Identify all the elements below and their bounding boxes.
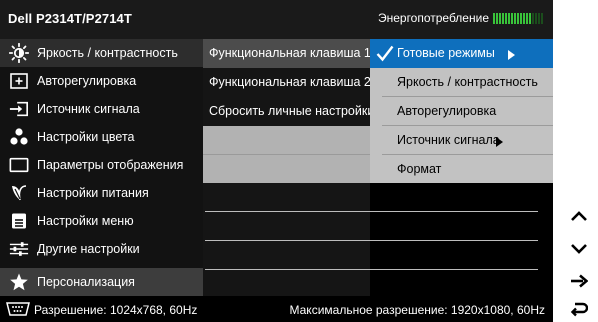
- divider: [203, 154, 370, 155]
- menu-settings-icon: [9, 211, 29, 231]
- menu-item-label: Параметры отображения: [37, 158, 184, 172]
- osd-menu: Dell P2314T/P2714T Энергопотребление Ярк…: [0, 0, 553, 322]
- option-label: Формат: [397, 162, 442, 176]
- divider: [205, 269, 538, 270]
- divider: [205, 240, 538, 241]
- menu-item-label: Источник сигнала: [37, 102, 140, 116]
- right-arrow-icon[interactable]: [566, 270, 592, 292]
- energy-label: Энергопотребление: [377, 11, 489, 25]
- energy-consumption: Энергопотребление: [378, 11, 543, 25]
- up-arrow-icon[interactable]: [566, 205, 592, 227]
- menu-item-brightness-contrast[interactable]: Яркость / контрастность: [0, 39, 203, 67]
- divider: [205, 211, 538, 212]
- menu-item-input-source[interactable]: Источник сигнала: [0, 95, 203, 123]
- submenu-item-shortcut-key-2[interactable]: Функциональная клавиша 2: [203, 68, 371, 97]
- menu-item-other-settings[interactable]: Другие настройки: [0, 235, 203, 263]
- energy-segment: [505, 12, 507, 24]
- chevron-right-icon: [496, 136, 503, 150]
- brightness-icon: [9, 43, 29, 63]
- menu-item-menu-settings[interactable]: Настройки меню: [0, 207, 203, 235]
- energy-segment: [517, 12, 519, 24]
- input-source-icon: [9, 99, 29, 119]
- energy-segment: [526, 12, 528, 24]
- chevron-right-icon: [508, 49, 515, 63]
- down-arrow-icon[interactable]: [566, 238, 592, 260]
- menu-item-label: Другие настройки: [37, 242, 140, 256]
- energy-segment: [499, 12, 501, 24]
- title-bar: Dell P2314T/P2714T Энергопотребление: [0, 0, 553, 39]
- energy-segment: [532, 12, 534, 24]
- menu-item-display-settings[interactable]: Параметры отображения: [0, 151, 203, 179]
- power-settings-icon: [9, 183, 29, 203]
- menu-item-label: Настройки цвета: [37, 130, 135, 144]
- submenu-item-label: Сбросить личные настройки: [209, 104, 375, 118]
- energy-segment: [511, 12, 513, 24]
- menu-item-personalize[interactable]: Персонализация: [0, 268, 203, 296]
- star-icon: [9, 272, 29, 292]
- check-icon: [376, 45, 394, 65]
- option-preset-modes[interactable]: Готовые режимы: [370, 39, 553, 68]
- menu-item-label: Персонализация: [37, 275, 135, 289]
- menu-item-auto-adjust[interactable]: Авторегулировка: [0, 67, 203, 95]
- energy-segment: [514, 12, 516, 24]
- submenu-item-reset-personalization[interactable]: Сбросить личные настройки: [203, 97, 374, 126]
- menu-item-color-settings[interactable]: Настройки цвета: [0, 123, 203, 151]
- vga-connector-icon: [6, 302, 30, 319]
- energy-segment: [502, 12, 504, 24]
- monitor-model-title: Dell P2314T/P2714T: [8, 11, 132, 26]
- option-brightness-contrast[interactable]: Яркость / контрастность: [370, 68, 553, 97]
- energy-segment: [520, 12, 522, 24]
- current-resolution: Разрешение: 1024x768, 60Hz: [34, 303, 198, 317]
- display-settings-icon: [9, 155, 29, 175]
- menu-item-label: Яркость / контрастность: [37, 46, 178, 60]
- options-panel: Готовые режимы Яркость / контрастность А…: [370, 39, 553, 183]
- back-icon[interactable]: [566, 298, 592, 320]
- energy-segment: [523, 12, 525, 24]
- submenu-item-label: Функциональная клавиша 1: [209, 46, 371, 60]
- auto-adjust-icon: [9, 71, 29, 91]
- option-label: Готовые режимы: [397, 46, 495, 60]
- option-auto-adjust[interactable]: Авторегулировка: [370, 97, 553, 126]
- status-bar: Разрешение: 1024x768, 60Hz Максимальное …: [0, 296, 553, 322]
- menu-item-label: Авторегулировка: [37, 74, 137, 88]
- energy-segment: [541, 12, 543, 24]
- option-aspect-ratio[interactable]: Формат: [370, 155, 553, 184]
- energy-segment: [535, 12, 537, 24]
- main-menu: Яркость / контрастность Авторегулировка …: [0, 39, 203, 296]
- energy-segment: [538, 12, 540, 24]
- submenu-item-label: Функциональная клавиша 2: [209, 75, 371, 89]
- menu-item-label: Настройки питания: [37, 186, 149, 200]
- option-label: Источник сигнала: [397, 133, 500, 147]
- energy-segment: [493, 12, 495, 24]
- menu-item-power-settings[interactable]: Настройки питания: [0, 179, 203, 207]
- energy-segment: [496, 12, 498, 24]
- color-settings-icon: [9, 127, 29, 147]
- max-resolution: Максимальное разрешение: 1920x1080, 60Hz: [289, 303, 546, 317]
- other-settings-icon: [9, 239, 29, 259]
- energy-segment: [508, 12, 510, 24]
- energy-meter: [493, 12, 543, 24]
- option-label: Авторегулировка: [397, 104, 497, 118]
- option-label: Яркость / контрастность: [397, 75, 538, 89]
- submenu-item-shortcut-key-1[interactable]: Функциональная клавиша 1: [203, 39, 371, 68]
- option-input-source[interactable]: Источник сигнала: [370, 126, 553, 155]
- menu-item-label: Настройки меню: [37, 214, 134, 228]
- energy-segment: [529, 12, 531, 24]
